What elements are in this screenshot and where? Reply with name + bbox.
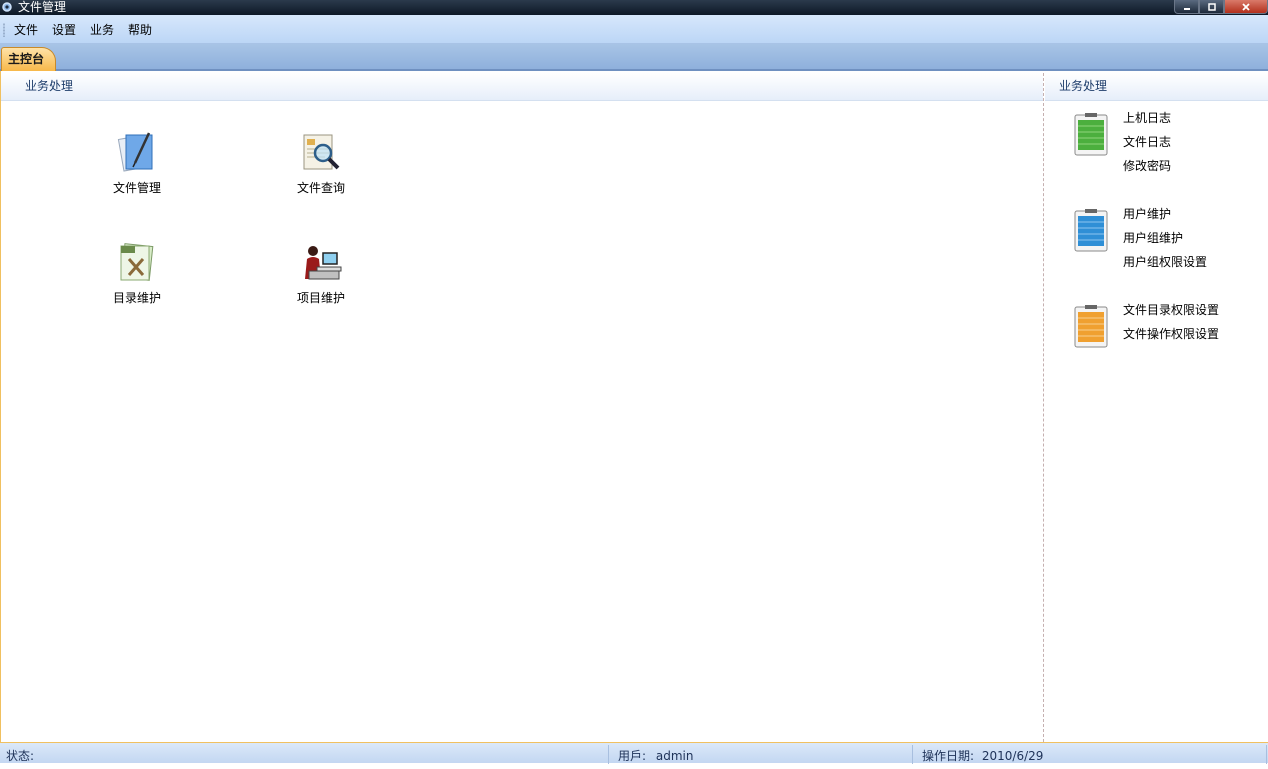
window-title: 文件管理 <box>18 0 67 14</box>
link-usergroup-maintain[interactable]: 用户组维护 <box>1123 230 1183 246</box>
menu-help[interactable]: 帮助 <box>128 15 152 45</box>
gear-app-icon <box>2 2 12 12</box>
status-user: 用戶: admin <box>612 743 912 764</box>
link-directory-permission[interactable]: 文件目录权限设置 <box>1123 302 1219 318</box>
orange-notepad-icon <box>1074 305 1108 348</box>
file-manage-icon <box>117 132 153 172</box>
link-login-log[interactable]: 上机日志 <box>1123 110 1171 126</box>
status-bar: 状态: 用戶: admin 操作日期: 2010/6/29 <box>0 742 1268 764</box>
link-user-maintain[interactable]: 用户维护 <box>1123 206 1171 222</box>
maximize-button[interactable] <box>1199 0 1224 14</box>
close-button[interactable] <box>1224 0 1268 14</box>
project-maintain-icon <box>305 246 342 280</box>
tile-label: 项目维护 <box>296 291 345 305</box>
menu-business[interactable]: 业务 <box>90 15 114 45</box>
link-change-password[interactable]: 修改密码 <box>1123 158 1171 174</box>
panel-divider <box>1043 73 1044 742</box>
window-controls <box>1174 0 1268 14</box>
right-panel-header: 业务处理 <box>1045 73 1268 101</box>
status-separator <box>608 745 609 764</box>
status-separator <box>912 745 913 764</box>
minimize-button[interactable] <box>1174 0 1199 14</box>
menu-settings[interactable]: 设置 <box>52 15 76 45</box>
blue-notepad-icon <box>1074 209 1108 252</box>
toolbar-grip[interactable] <box>3 23 5 37</box>
directory-maintain-icon <box>120 243 154 281</box>
tile-file-search[interactable]: 文件查询 <box>276 129 366 196</box>
menu-bar: 文件 设置 业务 帮助 <box>0 15 1268 44</box>
user-value: admin <box>655 749 694 763</box>
left-panel-header: 业务处理 <box>1 73 1043 101</box>
maximize-icon <box>1207 2 1216 11</box>
tab-strip: 主控台 <box>0 44 1268 71</box>
tile-file-manage[interactable]: 文件管理 <box>92 129 182 196</box>
main-content: 业务处理 业务处理 文件管理 文件查询 目录维护 项目维护 上机日志 文件日志 … <box>0 71 1268 742</box>
tile-label: 目录维护 <box>112 291 161 305</box>
tile-label: 文件查询 <box>296 181 345 195</box>
link-usergroup-permission[interactable]: 用户组权限设置 <box>1123 254 1207 270</box>
green-notepad-icon <box>1074 113 1108 156</box>
tile-directory-maintain[interactable]: 目录维护 <box>92 239 182 306</box>
status-date: 操作日期: 2010/6/29 <box>916 743 1256 764</box>
minimize-icon <box>1183 7 1190 10</box>
date-label: 操作日期: <box>922 749 975 763</box>
tile-project-maintain[interactable]: 项目维护 <box>276 239 366 306</box>
title-bar: 文件管理 <box>0 0 1268 15</box>
status-separator <box>1266 745 1267 764</box>
status-label: 状态: <box>6 749 35 763</box>
menu-file[interactable]: 文件 <box>14 15 38 45</box>
tab-main-console[interactable]: 主控台 <box>1 47 56 71</box>
link-file-log[interactable]: 文件日志 <box>1123 134 1171 150</box>
user-label: 用戶: <box>618 749 647 763</box>
file-search-icon <box>303 134 340 170</box>
date-value: 2010/6/29 <box>981 749 1044 763</box>
link-file-operation-permission[interactable]: 文件操作权限设置 <box>1123 326 1219 342</box>
tile-label: 文件管理 <box>112 181 161 195</box>
close-icon <box>1242 2 1250 11</box>
